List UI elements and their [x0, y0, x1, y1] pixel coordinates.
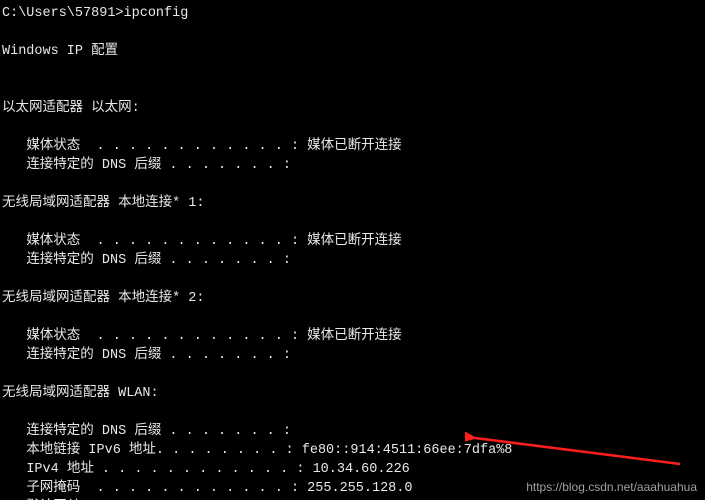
row-label: 媒体状态: [26, 329, 80, 344]
adapter-title: 无线局域网适配器 WLAN:: [2, 386, 159, 401]
row-label: 连接特定的 DNS 后缀: [26, 253, 161, 268]
row-label: 连接特定的 DNS 后缀: [26, 158, 161, 173]
row-value: 255.255.128.0: [299, 481, 412, 496]
row-label: IPv4 地址: [26, 462, 94, 477]
watermark: https://blog.csdn.net/aaahuahua: [526, 480, 697, 494]
prompt: C:\Users\57891>: [2, 6, 124, 21]
row-dots: . . . . . . . . . . . . :: [80, 234, 299, 249]
row-label: 子网掩码: [26, 481, 80, 496]
ipconfig-header: Windows IP 配置: [2, 44, 118, 59]
row-value: 媒体已断开连接: [299, 234, 402, 249]
adapter-title: 无线局域网适配器 本地连接* 2:: [2, 291, 205, 306]
adapter-title: 以太网适配器 以太网:: [2, 101, 140, 116]
row-dots: . . . . . . . . . . . . :: [80, 481, 299, 496]
row-dots: . . . . . . . . :: [156, 443, 294, 458]
row-dots: . . . . . . . :: [161, 348, 291, 363]
row-dots: . . . . . . . :: [161, 253, 291, 268]
row-label: 连接特定的 DNS 后缀: [26, 348, 161, 363]
row-label: 本地链接 IPv6 地址: [26, 443, 156, 458]
row-label: 媒体状态: [26, 139, 80, 154]
command: ipconfig: [124, 6, 189, 21]
row-value: fe80::914:4511:66ee:7dfa%8: [294, 443, 513, 458]
row-dots: . . . . . . . . . . . . :: [94, 462, 305, 477]
row-value: 10.34.60.226: [304, 462, 409, 477]
terminal-output[interactable]: C:\Users\57891>ipconfig Windows IP 配置 以太…: [0, 0, 705, 500]
adapter-title: 无线局域网适配器 本地连接* 1:: [2, 196, 205, 211]
row-dots: . . . . . . . :: [161, 424, 291, 439]
row-label: 连接特定的 DNS 后缀: [26, 424, 161, 439]
row-dots: . . . . . . . . . . . . :: [80, 329, 299, 344]
row-value: 媒体已断开连接: [299, 329, 402, 344]
row-dots: . . . . . . . :: [161, 158, 291, 173]
row-value: 媒体已断开连接: [299, 139, 402, 154]
row-dots: . . . . . . . . . . . . :: [80, 139, 299, 154]
row-label: 媒体状态: [26, 234, 80, 249]
prompt-line: C:\Users\57891>ipconfig: [2, 6, 188, 21]
